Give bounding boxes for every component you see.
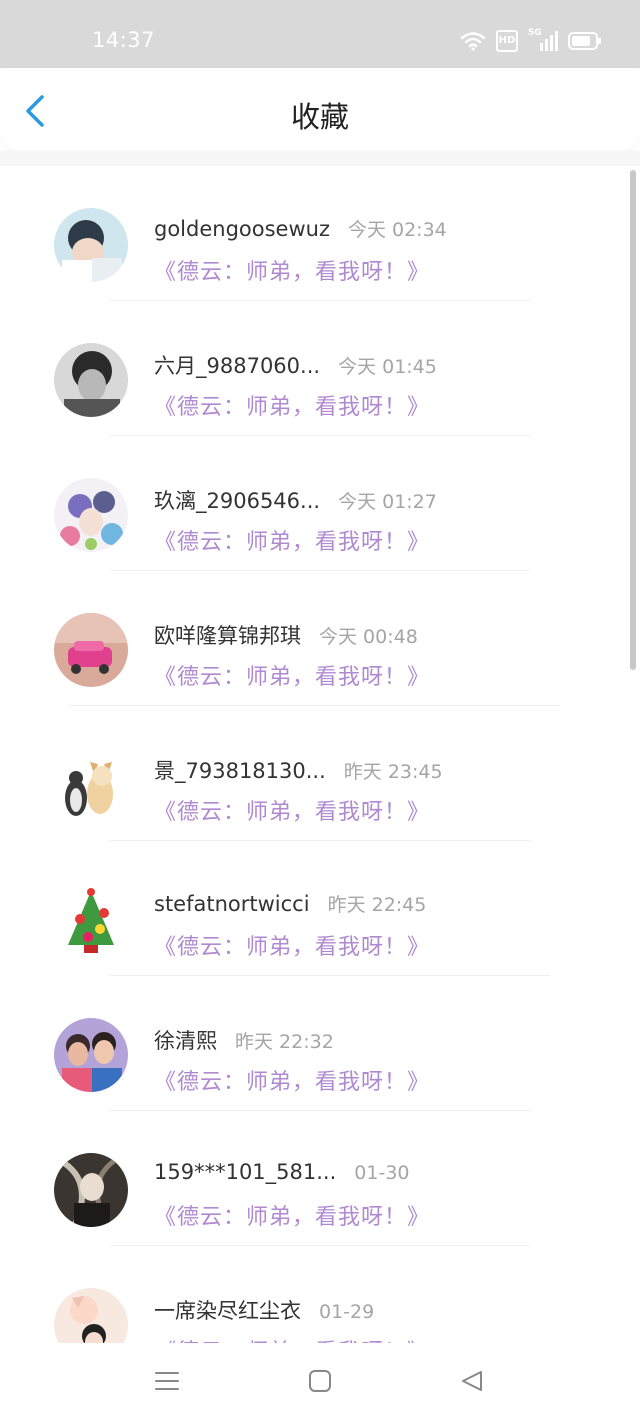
list-item[interactable]: 欧咩隆算锦邦琪 今天 00:48 《德云：师弟，看我呀！》 [0,571,640,706]
name-row: 159***101_581... 01-30 [154,1160,410,1184]
item-time: 今天 00:48 [319,626,418,648]
back-nav-button[interactable] [460,1369,490,1397]
item-time: 今天 01:27 [338,491,437,513]
avatar[interactable] [54,343,128,417]
item-time: 今天 01:45 [338,356,437,378]
status-icons: HD 5G [460,28,602,52]
work-title[interactable]: 《德云：师弟，看我呀！》 [154,524,430,556]
work-title[interactable]: 《德云：师弟，看我呀！》 [154,1334,430,1343]
list-item[interactable]: goldengoosewuz 今天 02:34 《德云：师弟，看我呀！》 [0,166,640,301]
favorites-list[interactable]: goldengoosewuz 今天 02:34 《德云：师弟，看我呀！》 六月_… [0,166,640,1343]
item-time: 01-29 [319,1301,375,1323]
work-title[interactable]: 《德云：师弟，看我呀！》 [154,794,430,826]
menu-button[interactable] [154,1369,184,1397]
home-button[interactable] [308,1369,338,1397]
list-item[interactable]: 六月_9887060... 今天 01:45 《德云：师弟，看我呀！》 [0,301,640,436]
page-title: 收藏 [290,100,349,134]
header-gap [0,150,640,166]
work-title[interactable]: 《德云：师弟，看我呀！》 [154,1199,430,1231]
triangle-back-icon [462,1371,482,1391]
status-time: 14:37 [92,28,156,52]
avatar[interactable] [54,478,128,552]
item-time: 昨天 22:32 [235,1031,334,1053]
user-name: 景_793818130... [154,759,326,783]
avatar[interactable] [54,1018,128,1092]
name-row: goldengoosewuz 今天 02:34 [154,215,447,242]
name-row: 玖漓_2906546... 今天 01:27 [154,485,437,515]
avatar[interactable] [54,208,128,282]
user-name: 159***101_581... [154,1160,337,1184]
list-item[interactable]: 一席染尽红尘衣 01-29 《德云：师弟，看我呀！》 [0,1246,640,1343]
user-name: 六月_9887060... [154,354,321,378]
name-row: 景_793818130... 昨天 23:45 [154,755,443,785]
user-name: 一席染尽红尘衣 [154,1299,301,1323]
user-name: 欧咩隆算锦邦琪 [154,624,301,648]
header: 收藏 [0,68,640,150]
list-item[interactable]: 玖漓_2906546... 今天 01:27 《德云：师弟，看我呀！》 [0,436,640,571]
battery-icon [568,32,601,50]
item-time: 01-30 [354,1162,410,1184]
user-name: stefatnortwicci [154,892,310,916]
user-name: 徐清熙 [154,1029,217,1053]
avatar[interactable] [54,883,128,957]
list-item[interactable]: 徐清熙 昨天 22:32 《德云：师弟，看我呀！》 [0,976,640,1111]
menu-icon [155,1372,179,1390]
work-title[interactable]: 《德云：师弟，看我呀！》 [154,929,430,961]
name-row: 徐清熙 昨天 22:32 [154,1025,334,1055]
scrollbar[interactable] [630,170,636,670]
user-name: goldengoosewuz [154,217,330,241]
item-time: 昨天 22:45 [327,894,427,916]
signal-icon: 5G [528,28,558,52]
wifi-icon [460,32,486,51]
list-item[interactable]: 景_793818130... 昨天 23:45 《德云：师弟，看我呀！》 [0,706,640,841]
name-row: stefatnortwicci 昨天 22:45 [154,890,426,917]
name-row: 欧咩隆算锦邦琪 今天 00:48 [154,620,418,650]
name-row: 一席染尽红尘衣 01-29 [154,1295,374,1325]
user-name: 玖漓_2906546... [154,489,321,513]
hd-badge: HD [496,30,518,52]
system-nav-bar [0,1343,640,1422]
avatar[interactable] [54,748,128,822]
item-time: 昨天 23:45 [343,761,443,783]
work-title[interactable]: 《德云：师弟，看我呀！》 [154,1064,430,1096]
list-item[interactable]: stefatnortwicci 昨天 22:45 《德云：师弟，看我呀！》 [0,841,640,976]
home-icon [309,1370,331,1392]
avatar[interactable] [54,1153,128,1227]
item-time: 今天 02:34 [347,219,447,241]
list-item[interactable]: 159***101_581... 01-30 《德云：师弟，看我呀！》 [0,1111,640,1246]
work-title[interactable]: 《德云：师弟，看我呀！》 [154,254,430,286]
status-bar: 14:37 HD 5G [0,0,640,68]
name-row: 六月_9887060... 今天 01:45 [154,350,437,380]
avatar[interactable] [54,1288,128,1343]
work-title[interactable]: 《德云：师弟，看我呀！》 [154,389,430,421]
avatar[interactable] [54,613,128,687]
work-title[interactable]: 《德云：师弟，看我呀！》 [154,659,430,691]
